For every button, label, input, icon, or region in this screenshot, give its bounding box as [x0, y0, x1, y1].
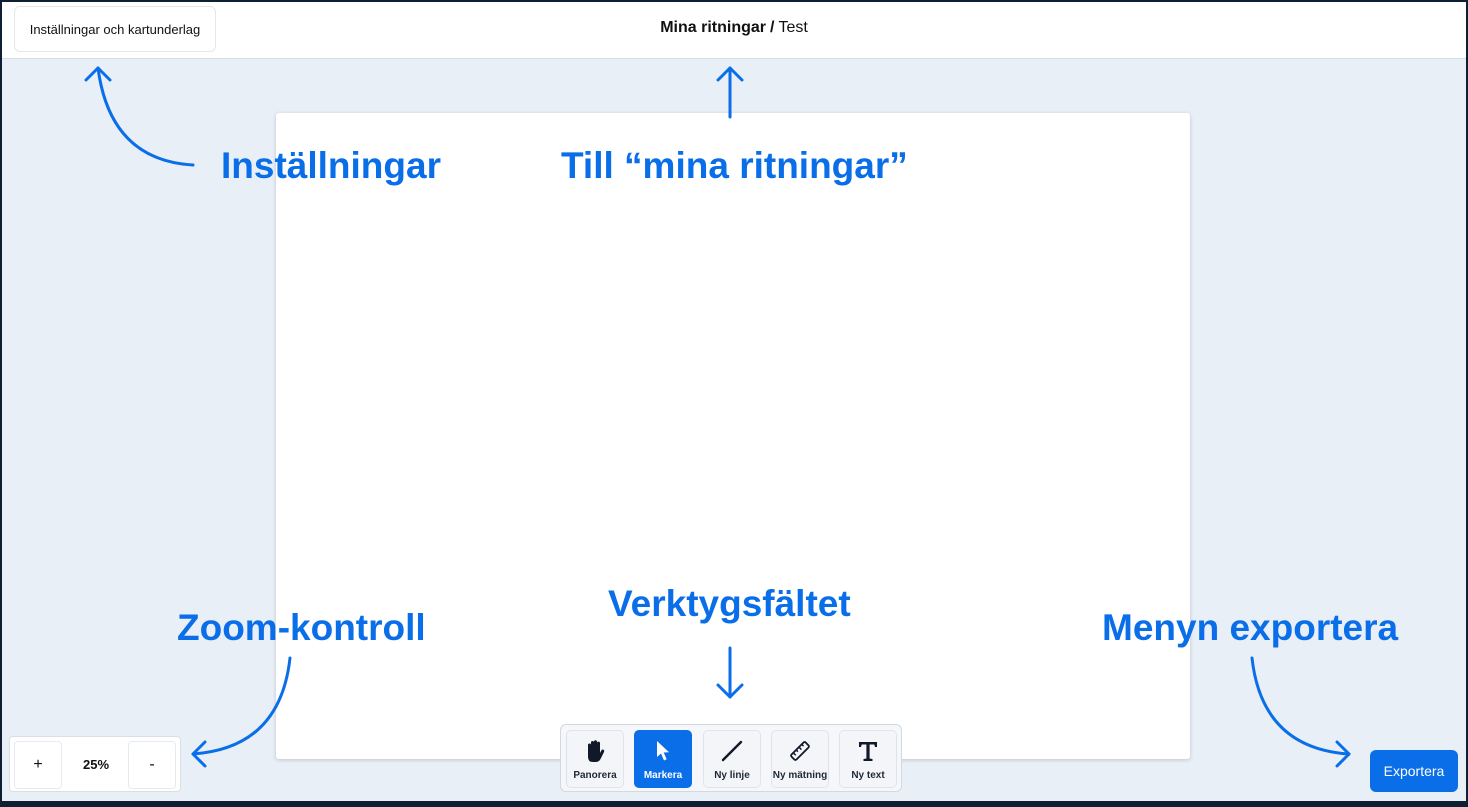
hand-icon — [582, 738, 608, 764]
app-window: Inställningar och kartunderlag Mina ritn… — [0, 0, 1468, 807]
cursor-arrow-icon — [650, 738, 676, 764]
tool-new-measurement[interactable]: Ny mätning — [771, 730, 829, 788]
top-header: Inställningar och kartunderlag Mina ritn… — [2, 2, 1466, 59]
breadcrumb: Mina ritningar / Test — [2, 19, 1466, 37]
zoom-level: 25% — [82, 756, 110, 772]
export-button[interactable]: Exportera — [1370, 750, 1458, 792]
breadcrumb-my-drawings-link[interactable]: Mina ritningar — [660, 19, 766, 36]
tool-new-line-label: Ny linje — [714, 770, 750, 781]
zoom-in-button[interactable]: + — [14, 741, 62, 789]
tool-pan-label: Panorera — [573, 770, 617, 781]
breadcrumb-separator: / — [769, 19, 775, 36]
ruler-icon — [787, 738, 813, 764]
tool-new-measurement-label: Ny mätning — [772, 770, 828, 781]
tool-new-text-label: Ny text — [851, 770, 885, 781]
tool-select-label: Markera — [643, 770, 683, 781]
annotation-toolbar: Verktygsfältet — [608, 583, 851, 624]
annotation-my-drawings: Till “mina ritningar” — [561, 145, 908, 186]
breadcrumb-current: Test — [778, 19, 808, 36]
tool-pan[interactable]: Panorera — [566, 730, 624, 788]
text-t-icon — [855, 738, 881, 764]
drawing-canvas[interactable] — [276, 113, 1190, 759]
tool-select[interactable]: Markera — [634, 730, 692, 788]
toolbar: Panorera Markera Ny linje Ny mätning Ny … — [560, 724, 902, 792]
tool-new-text[interactable]: Ny text — [839, 730, 897, 788]
zoom-out-button[interactable]: - — [128, 741, 176, 789]
zoom-control: + 25% - — [9, 736, 181, 792]
line-icon — [719, 738, 745, 764]
annotation-export: Menyn exportera — [1102, 607, 1399, 648]
tool-new-line[interactable]: Ny linje — [703, 730, 761, 788]
annotation-settings: Inställningar — [221, 145, 441, 186]
annotation-zoom: Zoom-kontroll — [177, 607, 426, 648]
